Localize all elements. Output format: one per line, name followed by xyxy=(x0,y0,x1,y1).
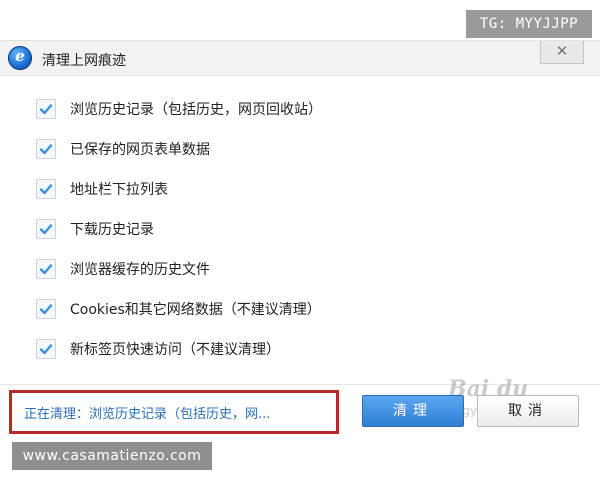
cache-files-label: 浏览器缓存的历史文件 xyxy=(70,262,210,278)
new-tab-quick-access-checkbox[interactable] xyxy=(36,339,56,359)
site-url-overlay: www.casamatienzo.com xyxy=(12,442,212,470)
close-button[interactable]: ✕ xyxy=(540,41,584,64)
check-icon xyxy=(39,304,53,315)
dialog-title-bar[interactable]: e 清理上网痕迹 ✕ xyxy=(0,40,600,76)
check-icon xyxy=(39,184,53,195)
form-data-checkbox[interactable] xyxy=(36,139,56,159)
browser-logo-letter: e xyxy=(15,47,25,65)
close-icon: ✕ xyxy=(555,42,569,60)
address-bar-list-label: 地址栏下拉列表 xyxy=(70,182,168,198)
check-icon xyxy=(39,264,53,275)
clean-button[interactable]: 清理 xyxy=(362,395,464,427)
footer-divider xyxy=(0,384,600,385)
check-icon xyxy=(39,224,53,235)
telegram-tag-overlay: TG: MYYJJPP xyxy=(466,10,592,38)
cookies-checkbox[interactable] xyxy=(36,299,56,319)
download-history-checkbox[interactable] xyxy=(36,219,56,239)
cache-files-checkbox[interactable] xyxy=(36,259,56,279)
check-icon xyxy=(39,104,53,115)
browse-history-label: 浏览历史记录（包括历史，网页回收站） xyxy=(70,102,322,118)
address-bar-list-checkbox[interactable] xyxy=(36,179,56,199)
browser-logo-icon: e xyxy=(8,46,32,70)
download-history-label: 下载历史记录 xyxy=(70,222,154,238)
new-tab-quick-access-label: 新标签页快速访问（不建议清理） xyxy=(70,342,280,358)
cleaning-status-text: 正在清理：浏览历史记录（包括历史，网... xyxy=(24,407,271,422)
form-data-label: 已保存的网页表单数据 xyxy=(70,142,210,158)
check-icon xyxy=(39,344,53,355)
cancel-button[interactable]: 取消 xyxy=(477,395,579,427)
dialog-title: 清理上网痕迹 xyxy=(42,53,126,69)
check-icon xyxy=(39,144,53,155)
browse-history-checkbox[interactable] xyxy=(36,99,56,119)
cookies-label: Cookies和其它网络数据（不建议清理） xyxy=(70,302,321,318)
